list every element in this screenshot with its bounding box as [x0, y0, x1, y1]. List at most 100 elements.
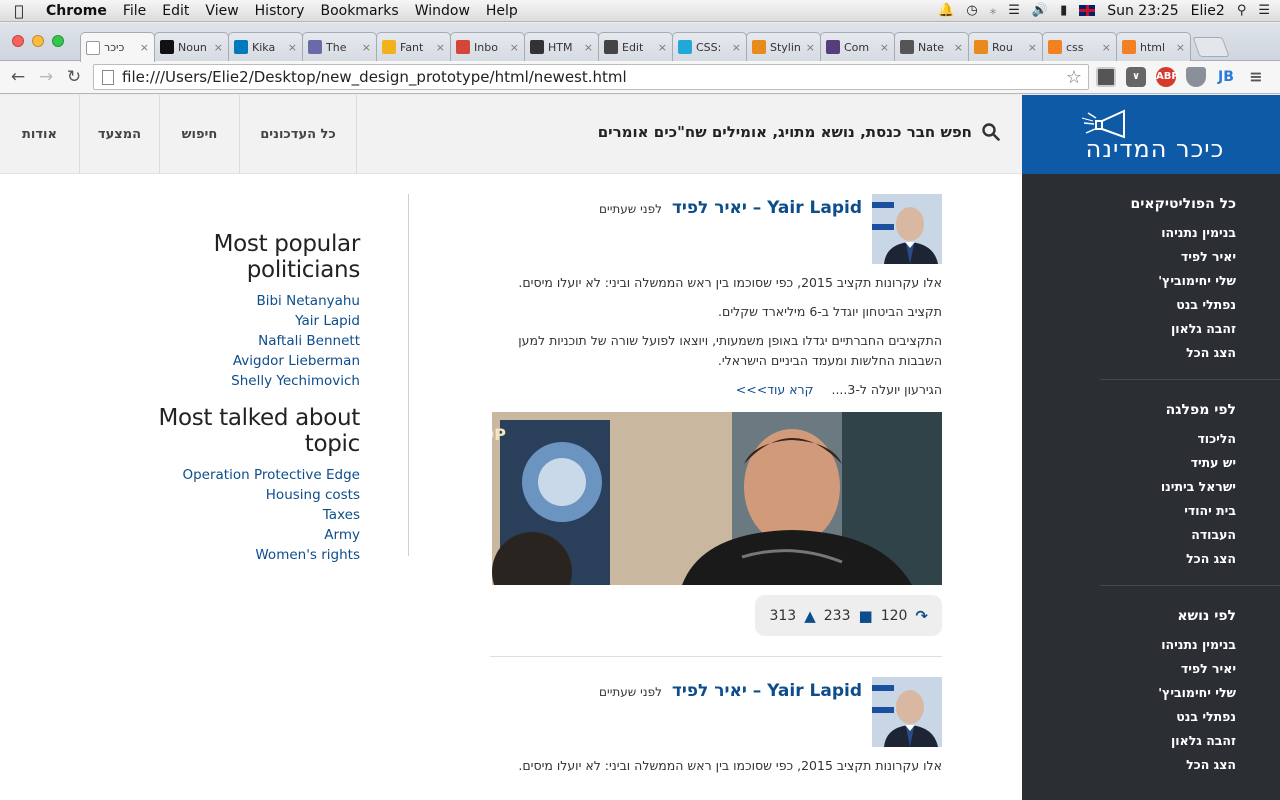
politician-link[interactable]: Yair Lapid	[100, 311, 360, 331]
wifi-icon[interactable]: ☰	[1008, 3, 1020, 18]
politician-avatar[interactable]	[872, 677, 942, 747]
close-window-button[interactable]	[12, 35, 24, 47]
topic-link[interactable]: Operation Protective Edge	[100, 465, 360, 485]
sidebar-link[interactable]: העבודה	[1022, 523, 1236, 547]
sidebar-link[interactable]: הליכוד	[1022, 427, 1236, 451]
browser-tab[interactable]: Fant ×	[376, 32, 451, 61]
close-tab-icon[interactable]: ×	[214, 41, 223, 54]
browser-tab[interactable]: Stylin ×	[746, 32, 821, 61]
sidebar-link[interactable]: זהבה גלאון	[1022, 317, 1236, 341]
extension-qr-icon[interactable]	[1096, 67, 1116, 87]
browser-tab[interactable]: CSS: ×	[672, 32, 747, 61]
share-icon[interactable]: ↷	[915, 607, 928, 625]
menu-file[interactable]: File	[115, 0, 154, 22]
close-tab-icon[interactable]: ×	[1028, 41, 1037, 54]
menu-history[interactable]: History	[247, 0, 313, 22]
jetbrains-icon[interactable]: JB	[1216, 67, 1236, 87]
close-tab-icon[interactable]: ×	[362, 41, 371, 54]
browser-tab[interactable]: Inbo ×	[450, 32, 525, 61]
volume-icon[interactable]: 🔊	[1032, 3, 1048, 18]
politician-avatar[interactable]	[872, 194, 942, 264]
menu-window[interactable]: Window	[407, 0, 478, 22]
post-author[interactable]: Yair Lapid – יאיר לפיד	[672, 681, 862, 701]
bookmark-star-icon[interactable]: ☆	[1066, 67, 1082, 88]
minimize-window-button[interactable]	[32, 35, 44, 47]
nav-all-updates[interactable]: כל העדכונים	[240, 95, 357, 174]
sidebar-link[interactable]: יאיר לפיד	[1022, 245, 1236, 269]
bluetooth-icon[interactable]: ⁎	[990, 3, 997, 18]
menu-edit[interactable]: Edit	[154, 0, 197, 22]
sidebar-link[interactable]: הצג הכל	[1022, 753, 1236, 777]
read-more-link[interactable]: קרא עוד>>>	[736, 382, 814, 397]
search-icon[interactable]	[982, 123, 1000, 141]
sidebar-link[interactable]: שלי יחימוביץ'	[1022, 269, 1236, 293]
sidebar-link[interactable]: יאיר לפיד	[1022, 657, 1236, 681]
site-logo[interactable]: כיכר המדינה	[1022, 95, 1280, 174]
back-arrow-icon[interactable]: ←	[4, 67, 32, 87]
new-tab-button[interactable]	[1192, 37, 1230, 57]
browser-tab[interactable]: HTM ×	[524, 32, 599, 61]
menu-bookmarks[interactable]: Bookmarks	[312, 0, 406, 22]
close-tab-icon[interactable]: ×	[1176, 41, 1185, 54]
pocket-icon[interactable]: ∨	[1126, 67, 1146, 87]
privacy-shield-icon[interactable]	[1186, 67, 1206, 87]
notification-bell-icon[interactable]: 🔔	[938, 3, 954, 18]
topic-link[interactable]: Housing costs	[100, 485, 360, 505]
spotlight-search-icon[interactable]: ⚲	[1237, 3, 1247, 18]
post-title[interactable]: Yair Lapid – יאיר לפיד לפני שעתיים	[599, 198, 862, 218]
sidebar-link[interactable]: בנימין נתניהו	[1022, 633, 1236, 657]
close-tab-icon[interactable]: ×	[880, 41, 889, 54]
close-tab-icon[interactable]: ×	[954, 41, 963, 54]
browser-tab[interactable]: Edit ×	[598, 32, 673, 61]
sidebar-link[interactable]: הצג הכל	[1022, 341, 1236, 365]
nav-search[interactable]: חיפוש	[160, 95, 240, 174]
reload-icon[interactable]: ↻	[60, 67, 88, 87]
politician-link[interactable]: Bibi Netanyahu	[100, 291, 360, 311]
close-tab-icon[interactable]: ×	[436, 41, 445, 54]
nav-about[interactable]: אודות	[0, 95, 80, 174]
sidebar-link[interactable]: נפתלי בנט	[1022, 705, 1236, 729]
chrome-menu-icon[interactable]: ≡	[1246, 67, 1266, 87]
browser-tab[interactable]: כיכר ×	[80, 32, 155, 62]
close-tab-icon[interactable]: ×	[732, 41, 741, 54]
sidebar-link[interactable]: בית יהודי	[1022, 499, 1236, 523]
address-bar[interactable]: file:///Users/Elie2/Desktop/new_design_p…	[93, 64, 1089, 90]
post-author[interactable]: Yair Lapid – יאיר לפיד	[672, 198, 862, 218]
close-tab-icon[interactable]: ×	[288, 41, 297, 54]
close-tab-icon[interactable]: ×	[658, 41, 667, 54]
close-tab-icon[interactable]: ×	[806, 41, 815, 54]
topic-link[interactable]: Women's rights	[100, 545, 360, 565]
sidebar-link[interactable]: יש עתיד	[1022, 451, 1236, 475]
apple-menu-icon[interactable]: 	[0, 2, 38, 20]
sidebar-link[interactable]: בנימין נתניהו	[1022, 221, 1236, 245]
browser-tab[interactable]: css ×	[1042, 32, 1117, 61]
browser-tab[interactable]: Com ×	[820, 32, 895, 61]
menu-app-chrome[interactable]: Chrome	[38, 0, 115, 22]
forward-arrow-icon[interactable]: →	[32, 67, 60, 87]
menubar-user[interactable]: Elie2	[1191, 3, 1225, 19]
topic-link[interactable]: Taxes	[100, 505, 360, 525]
notification-center-icon[interactable]: ☰	[1258, 3, 1270, 18]
topic-link[interactable]: Army	[100, 525, 360, 545]
menu-help[interactable]: Help	[478, 0, 526, 22]
site-search-placeholder[interactable]: חפש חבר כנסת, נושא מתויג, אומילים שח"כים…	[598, 123, 972, 141]
sidebar-link[interactable]: זהבה גלאון	[1022, 729, 1236, 753]
browser-tab[interactable]: html ×	[1116, 32, 1191, 61]
menu-view[interactable]: View	[197, 0, 246, 22]
sidebar-link[interactable]: ישראל ביתינו	[1022, 475, 1236, 499]
menubar-clock[interactable]: Sun 23:25	[1107, 3, 1178, 19]
uk-flag-icon[interactable]	[1079, 5, 1096, 16]
sidebar-section-heading[interactable]: לפי מפלגה	[1022, 402, 1236, 418]
politician-link[interactable]: Shelly Yechimovich	[100, 371, 360, 391]
politician-link[interactable]: Avigdor Lieberman	[100, 351, 360, 371]
sidebar-section-heading[interactable]: כל הפוליטיקאים	[1022, 196, 1237, 212]
site-search[interactable]: חפש חבר כנסת, נושא מתויג, אומילים שח"כים…	[598, 123, 1000, 141]
close-tab-icon[interactable]: ×	[584, 41, 593, 54]
browser-tab[interactable]: Rou ×	[968, 32, 1043, 61]
browser-tab[interactable]: Kika ×	[228, 32, 303, 61]
address-url[interactable]: file:///Users/Elie2/Desktop/new_design_p…	[122, 68, 627, 86]
browser-tab[interactable]: Nate ×	[894, 32, 969, 61]
close-tab-icon[interactable]: ×	[140, 41, 149, 54]
sidebar-link[interactable]: נפתלי בנט	[1022, 293, 1236, 317]
browser-tab[interactable]: The ×	[302, 32, 377, 61]
